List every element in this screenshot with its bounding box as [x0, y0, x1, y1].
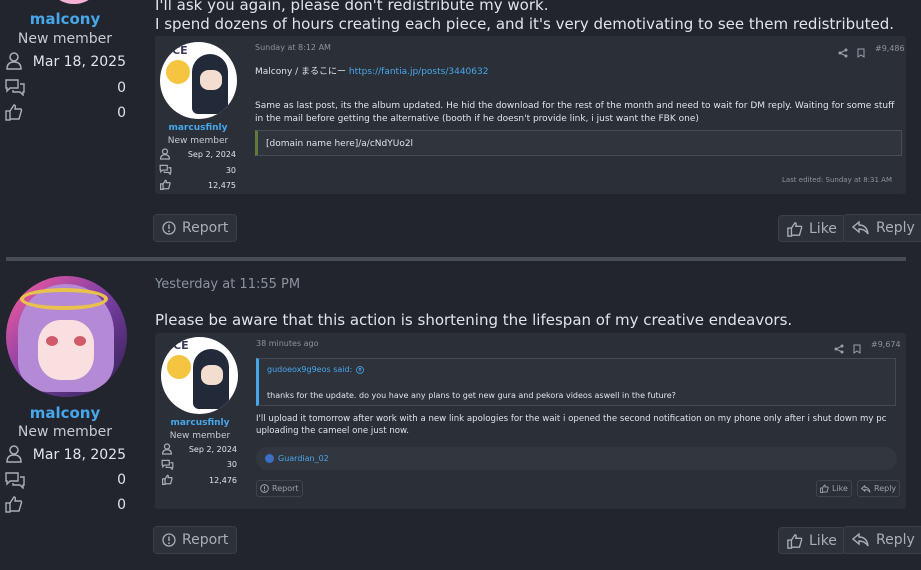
share-icon[interactable] [838, 43, 848, 62]
inner-quote-author[interactable]: gudoeox9g9eos said: [267, 365, 365, 374]
thumbs-up-icon [787, 221, 803, 237]
reaction-score: 12,476 [209, 476, 237, 485]
avatar[interactable]: ICE [161, 337, 238, 414]
thumbs-up-icon [160, 179, 171, 190]
joined-date: Mar 18, 2025 [32, 447, 126, 463]
last-edited: Last edited: Sunday at 8:31 AM [781, 176, 892, 184]
user-title: New member [17, 31, 113, 47]
like-button[interactable]: Like [778, 527, 846, 554]
like-label: Like [832, 484, 848, 493]
username[interactable]: marcusfinly [160, 418, 240, 428]
reactions-bar[interactable]: Guardian_02 [256, 447, 897, 470]
thumbs-up-icon [162, 474, 173, 485]
avatar[interactable]: ICE [160, 42, 237, 119]
user-title: New member [167, 136, 229, 146]
reaction-score: 0 [117, 497, 126, 513]
messages-icon [161, 459, 174, 470]
reply-button[interactable]: Reply [843, 214, 921, 242]
reply-icon [861, 484, 871, 493]
post-body-line: I'll ask you again, please don't redistr… [155, 0, 549, 14]
user-icon [6, 52, 22, 70]
like-reaction-icon [265, 454, 274, 463]
report-icon [260, 484, 269, 493]
inner-quote-author-name: gudoeox9g9eos said: [267, 365, 353, 374]
bookmark-icon[interactable] [853, 339, 861, 358]
reply-label: Reply [874, 484, 897, 493]
post-body-line: I spend dozens of hours creating each pi… [155, 15, 895, 33]
user-icon [6, 445, 22, 463]
thumbs-up-icon [787, 533, 803, 549]
arrow-up-circle-icon[interactable] [356, 365, 365, 374]
reply-icon [852, 221, 869, 235]
report-label: Report [182, 220, 229, 236]
message-count: 0 [117, 80, 126, 96]
post-date[interactable]: Yesterday at 11:55 PM [155, 277, 300, 292]
user-icon [162, 443, 172, 455]
joined-date: Sep 2, 2024 [187, 150, 236, 159]
report-button[interactable]: Report [153, 526, 238, 554]
post-date[interactable]: Sunday at 8:12 AM [255, 43, 331, 52]
reply-label: Reply [876, 532, 915, 548]
avatar[interactable] [44, 0, 104, 4]
reaction-user[interactable]: Guardian_02 [278, 454, 329, 463]
thumbs-up-icon [167, 355, 191, 379]
external-link[interactable]: https://fantia.jp/posts/3440632 [349, 67, 489, 77]
share-icon[interactable] [834, 339, 844, 358]
username[interactable]: marcusfinly [158, 123, 238, 133]
code-block[interactable]: [domain name here]/a/cNdYUo2l [255, 130, 902, 156]
avatar[interactable] [6, 276, 127, 397]
reply-button[interactable]: Reply [843, 526, 921, 554]
thumbs-up-icon [820, 484, 829, 493]
messages-icon [159, 164, 172, 175]
inner-quote-text: thanks for the update. do you have any p… [267, 391, 676, 400]
username[interactable]: malcony [15, 404, 115, 422]
report-label: Report [182, 532, 229, 548]
messages-icon [4, 78, 26, 96]
reply-button[interactable]: Reply [857, 480, 901, 497]
report-label: Report [272, 484, 299, 493]
code-text: [domain name here]/a/cNdYUo2l [266, 139, 414, 149]
report-button[interactable]: Report [153, 214, 238, 242]
post-divider [6, 257, 906, 261]
joined-date: Mar 18, 2025 [32, 54, 126, 70]
like-button[interactable]: Like [778, 215, 846, 242]
reply-icon [852, 533, 869, 547]
user-title: New member [169, 431, 231, 441]
joined-date: Sep 2, 2024 [188, 445, 237, 454]
thumbs-up-icon [5, 495, 23, 513]
bookmark-icon[interactable] [857, 43, 865, 62]
avatar-text: ICE [168, 44, 188, 57]
quote-line: Malcony / まるこにー https://fantia.jp/posts/… [255, 64, 488, 77]
avatar-text: ICE [169, 339, 189, 352]
quote-line-prefix: Malcony / まるこにー [255, 67, 347, 77]
post-number[interactable]: #9,486 [875, 44, 905, 53]
reply-label: Reply [876, 220, 915, 236]
reaction-score: 0 [117, 105, 126, 121]
post-number[interactable]: #9,674 [871, 340, 901, 349]
post-date[interactable]: 38 minutes ago [256, 339, 319, 348]
quote-paragraph: I'll upload it tomorrow after work with … [256, 414, 887, 436]
like-button[interactable]: Like [816, 480, 852, 497]
quote-paragraph: Same as last post, its the album updated… [255, 101, 895, 124]
username[interactable]: malcony [15, 10, 115, 28]
thumbs-up-icon [5, 103, 23, 121]
user-icon [160, 148, 170, 160]
report-icon [162, 533, 176, 547]
message-count: 30 [226, 460, 237, 469]
user-title: New member [17, 424, 113, 440]
reaction-score: 12,475 [208, 181, 236, 190]
message-count: 30 [225, 166, 236, 175]
message-count: 0 [117, 472, 126, 488]
report-button[interactable]: Report [256, 480, 303, 497]
like-label: Like [809, 220, 837, 237]
thumbs-up-icon [166, 60, 190, 84]
inner-quote: gudoeox9g9eos said: thanks for the updat… [256, 358, 896, 406]
like-label: Like [809, 532, 837, 549]
report-icon [162, 221, 176, 235]
messages-icon [4, 471, 26, 489]
post-body: Please be aware that this action is shor… [155, 311, 793, 329]
